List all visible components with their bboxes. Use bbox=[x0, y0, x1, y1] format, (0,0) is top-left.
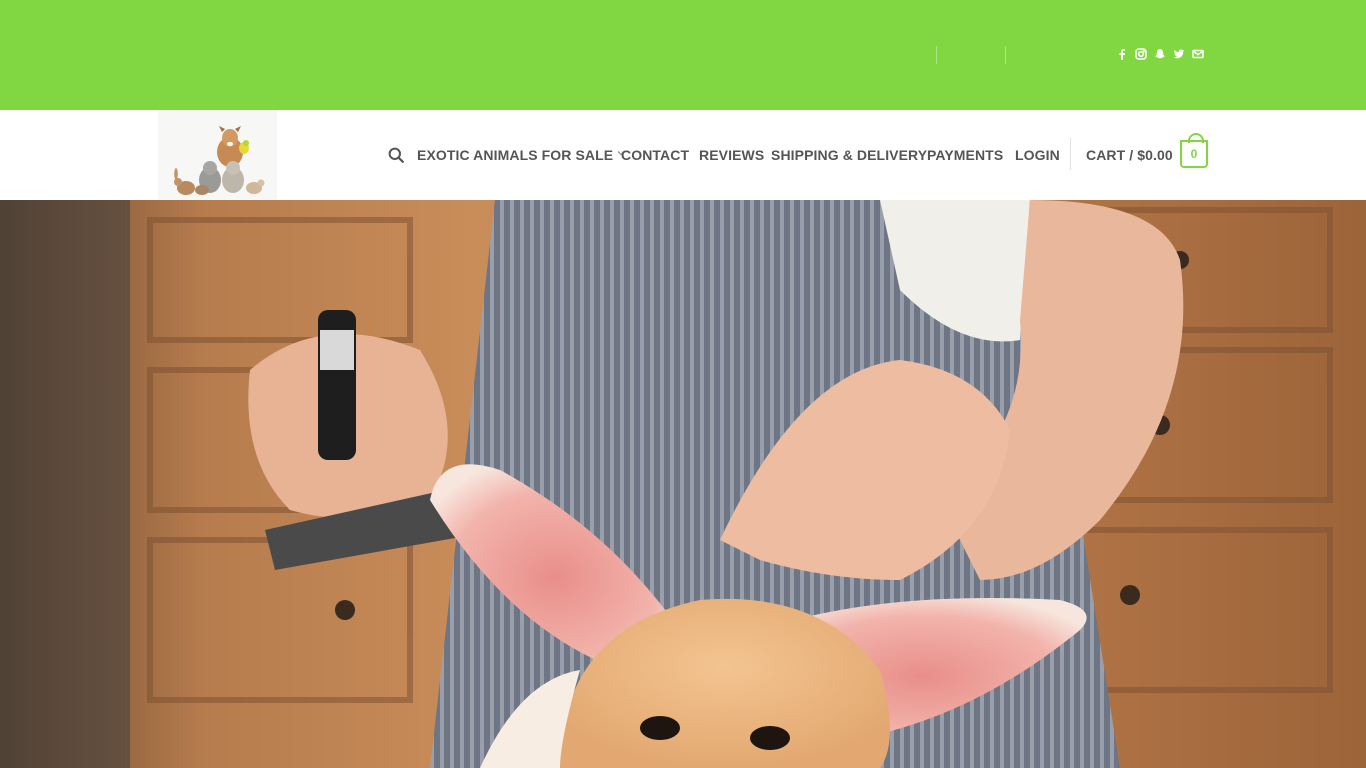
nav-item-reviews[interactable]: REVIEWS bbox=[699, 110, 764, 200]
nav-login-label[interactable]: LOGIN bbox=[1015, 147, 1060, 163]
nav-shipping-label[interactable]: SHIPPING & DELIVERY bbox=[771, 147, 927, 163]
nav-exotic-label[interactable]: EXOTIC ANIMALS FOR SALE bbox=[417, 147, 613, 163]
envelope-icon[interactable] bbox=[1190, 45, 1205, 63]
nav-item-payments[interactable]: PAYMENTS bbox=[927, 110, 1003, 200]
cart-link[interactable]: CART / $0.00 bbox=[1086, 110, 1173, 200]
nav-reviews-label[interactable]: REVIEWS bbox=[699, 147, 764, 163]
nav-contact-label[interactable]: CONTACT bbox=[621, 147, 689, 163]
search-icon[interactable] bbox=[388, 147, 404, 163]
twitter-icon[interactable] bbox=[1171, 45, 1186, 63]
snapchat-icon[interactable] bbox=[1152, 45, 1167, 63]
top-bar-divider bbox=[936, 46, 937, 64]
site-logo[interactable] bbox=[158, 110, 277, 200]
hero-image bbox=[0, 200, 1366, 768]
main-header: EXOTIC ANIMALS FOR SALE CONTACT REVIEWS … bbox=[0, 110, 1366, 200]
social-icons bbox=[1114, 45, 1205, 63]
instagram-icon[interactable] bbox=[1133, 45, 1148, 63]
cart-count: 0 bbox=[1190, 147, 1198, 161]
nav-item-exotic-animals[interactable]: EXOTIC ANIMALS FOR SALE bbox=[417, 110, 625, 200]
nav-divider bbox=[1070, 138, 1071, 170]
nav-item-login[interactable]: LOGIN bbox=[1015, 110, 1060, 200]
nav-item-contact[interactable]: CONTACT bbox=[621, 110, 689, 200]
nav-payments-label[interactable]: PAYMENTS bbox=[927, 147, 1003, 163]
top-bar-divider bbox=[1005, 46, 1006, 64]
top-bar bbox=[0, 0, 1366, 110]
nav-item-shipping[interactable]: SHIPPING & DELIVERY bbox=[771, 110, 927, 200]
facebook-icon[interactable] bbox=[1114, 45, 1129, 63]
cart-label[interactable]: CART / $0.00 bbox=[1086, 147, 1173, 163]
cart-count-badge[interactable]: 0 bbox=[1180, 133, 1208, 168]
